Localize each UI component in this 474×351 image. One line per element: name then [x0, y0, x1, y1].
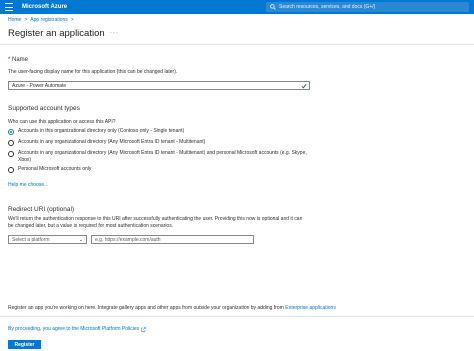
top-bar: Microsoft Azure	[0, 0, 474, 14]
footer-info: Register an app you're working on here. …	[8, 305, 468, 311]
page-title: Register an application	[8, 28, 105, 39]
policy-text[interactable]: By proceeding, you agree to the Microsof…	[8, 326, 139, 332]
radio-multitenant-personal[interactable]: Accounts in any organizational directory…	[8, 150, 318, 164]
redirect-uri-input[interactable]	[95, 236, 245, 243]
chevron-down-icon[interactable]: ⌄	[79, 237, 83, 243]
platform-select[interactable]: Select a platform ⌄	[8, 235, 87, 244]
radio-label: Personal Microsoft accounts only	[18, 166, 92, 172]
breadcrumb-separator: >	[24, 17, 28, 23]
name-field[interactable]	[8, 81, 310, 90]
breadcrumb-app-registrations[interactable]: App registrations	[30, 17, 68, 23]
search-box[interactable]	[266, 2, 469, 12]
search-input[interactable]	[279, 4, 459, 10]
platform-select-value: Select a platform	[12, 236, 50, 243]
checkmark-icon	[301, 83, 307, 89]
divider	[0, 44, 474, 45]
radio-label: Accounts in any organizational directory…	[18, 150, 307, 163]
radio-label: Accounts in this organizational director…	[18, 128, 185, 134]
name-help: The user-facing display name for this ap…	[8, 69, 178, 75]
redirect-heading: Redirect URI (optional)	[8, 206, 75, 213]
register-button[interactable]: Register	[8, 340, 41, 349]
external-link-icon	[141, 326, 146, 332]
account-types-question: Who can use this application or access t…	[8, 119, 116, 125]
divider	[0, 316, 474, 317]
redirect-uri-field[interactable]	[91, 235, 254, 244]
help-me-choose-link[interactable]: Help me choose...	[8, 182, 48, 188]
name-label-text: Name	[12, 57, 29, 63]
radio-label: Accounts in any organizational directory…	[18, 139, 206, 145]
more-options-icon[interactable]: ···	[110, 30, 119, 36]
search-icon	[270, 4, 276, 10]
required-mark: *	[8, 57, 11, 63]
footer-info-text: Register an app you're working on here. …	[8, 305, 284, 311]
name-input[interactable]	[12, 82, 292, 89]
brand-title[interactable]: Microsoft Azure	[22, 2, 67, 12]
breadcrumb-separator: >	[70, 17, 74, 23]
breadcrumb: Home > App registrations >	[8, 17, 77, 23]
redirect-description: We'll return the authentication response…	[8, 216, 303, 229]
name-label: * Name	[8, 57, 28, 63]
radio-icon[interactable]	[8, 151, 14, 157]
radio-single-tenant[interactable]: Accounts in this organizational director…	[8, 128, 318, 135]
radio-selected-icon[interactable]	[8, 129, 14, 135]
account-types-heading: Supported account types	[8, 105, 80, 112]
radio-icon[interactable]	[8, 167, 14, 173]
breadcrumb-home[interactable]: Home	[8, 17, 21, 23]
policy-link[interactable]: By proceeding, you agree to the Microsof…	[8, 326, 146, 332]
radio-icon[interactable]	[8, 140, 14, 146]
radio-multitenant[interactable]: Accounts in any organizational directory…	[8, 139, 318, 146]
radio-personal-only[interactable]: Personal Microsoft accounts only	[8, 166, 318, 173]
enterprise-applications-link[interactable]: Enterprise applications	[285, 305, 336, 311]
hamburger-icon[interactable]	[5, 3, 13, 11]
